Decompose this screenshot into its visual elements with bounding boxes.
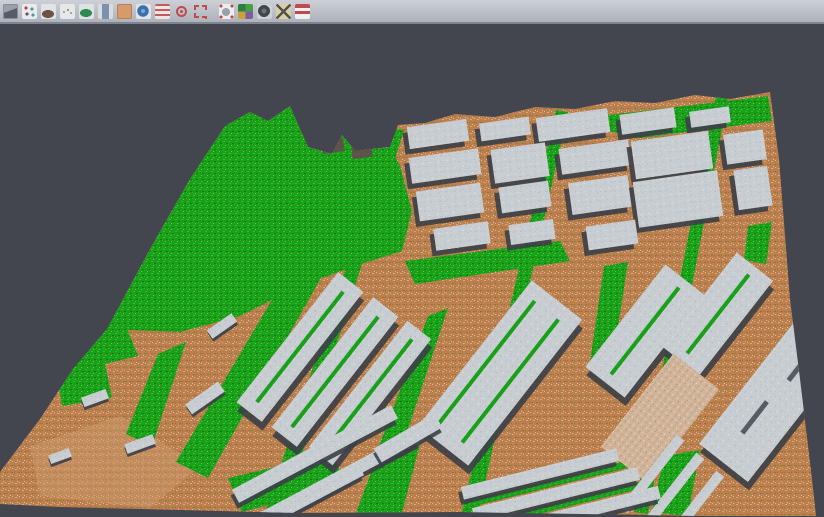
flag-icon[interactable]	[295, 4, 310, 19]
terrain-model-icon[interactable]	[79, 4, 94, 19]
terrain-icon[interactable]	[41, 4, 56, 19]
globe-icon[interactable]	[136, 4, 151, 19]
zoom-extents-icon[interactable]	[193, 4, 208, 19]
measure-icon[interactable]	[276, 4, 291, 19]
profile-points-icon[interactable]	[60, 4, 75, 19]
colored-points-icon[interactable]	[22, 4, 37, 19]
point-cloud-scene	[0, 26, 824, 517]
viewport-3d[interactable]	[0, 26, 824, 517]
classification-icon[interactable]	[238, 4, 253, 19]
clip-region-icon[interactable]	[219, 4, 234, 19]
toolbar	[0, 0, 824, 24]
camera-icon[interactable]	[257, 4, 272, 19]
ortho-image-icon[interactable]	[117, 4, 132, 19]
view-3d-icon[interactable]	[3, 4, 18, 19]
attribute-table-icon[interactable]	[155, 4, 170, 19]
application-window	[0, 0, 824, 517]
toolbar-icons	[0, 0, 824, 19]
target-icon[interactable]	[174, 4, 189, 19]
slice-icon[interactable]	[98, 4, 113, 19]
